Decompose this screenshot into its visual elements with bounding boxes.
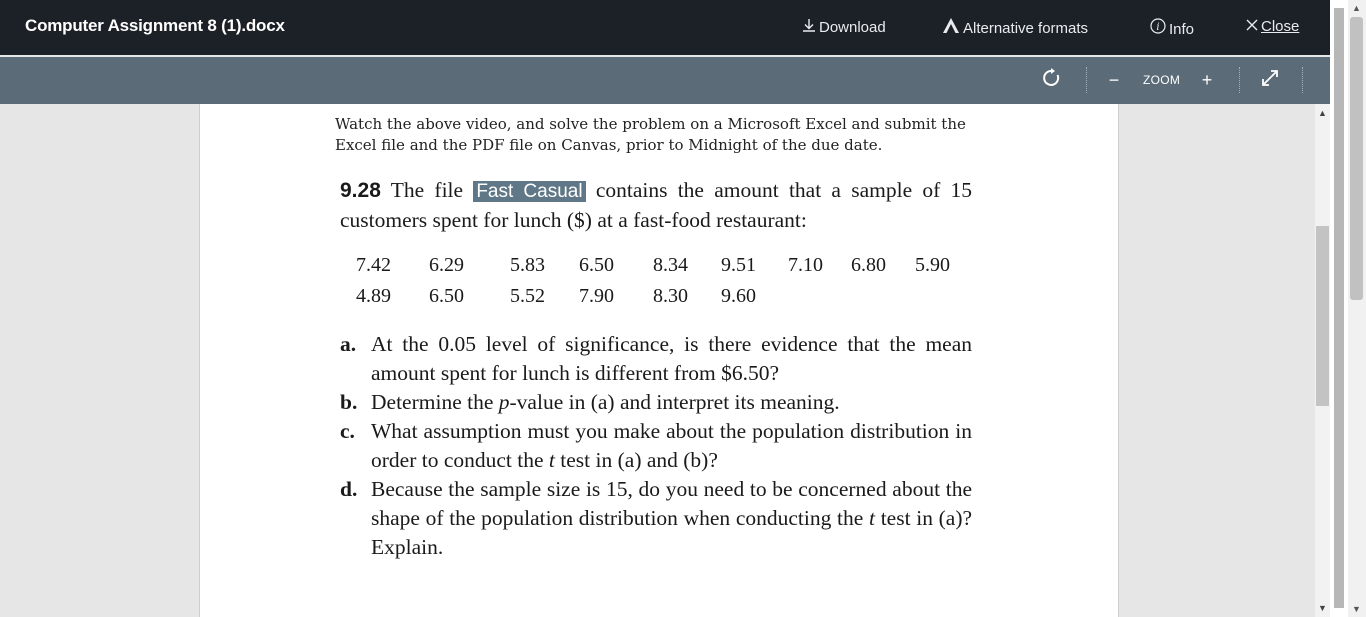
rotate-button[interactable] bbox=[1038, 67, 1066, 94]
data-value: 7.10 bbox=[788, 254, 823, 276]
part-a: a. At the 0.05 level of significance, is… bbox=[340, 330, 972, 388]
accessibility-a-icon bbox=[942, 18, 960, 37]
part-text-italic: p bbox=[498, 390, 510, 414]
viewer-scroll-thumb[interactable] bbox=[1316, 226, 1329, 406]
part-text-italic: t bbox=[869, 506, 875, 530]
info-button[interactable]: i Info bbox=[1150, 18, 1194, 38]
data-value: 7.90 bbox=[579, 285, 614, 307]
part-text: Determine the bbox=[371, 390, 494, 414]
scroll-up-arrow-icon[interactable]: ▲ bbox=[1318, 108, 1327, 118]
data-value: 5.83 bbox=[510, 254, 545, 276]
part-text: test in (a) and (b)? bbox=[560, 448, 718, 472]
data-value: 5.90 bbox=[915, 254, 950, 276]
info-label: Info bbox=[1169, 21, 1195, 38]
info-icon: i bbox=[1150, 18, 1166, 38]
page-scroll-track bbox=[1330, 0, 1348, 617]
data-value: 8.30 bbox=[653, 285, 688, 307]
window-scrollbar[interactable]: ▲ ▼ bbox=[1348, 0, 1366, 617]
lunch-data-values: 7.42 6.29 5.83 6.50 8.34 9.51 7.10 6.80 … bbox=[356, 254, 976, 316]
problem-parts: a. At the 0.05 level of significance, is… bbox=[340, 330, 972, 562]
zoom-label: ZOOM bbox=[1143, 73, 1181, 87]
problem-text-pre: The file bbox=[390, 178, 464, 202]
scroll-down-arrow-icon[interactable]: ▼ bbox=[1352, 604, 1361, 614]
data-value: 6.50 bbox=[429, 285, 464, 307]
data-value: 7.42 bbox=[356, 254, 391, 276]
problem-number: 9.28 bbox=[340, 179, 381, 202]
instructions-text: Watch the above video, and solve the pro… bbox=[335, 115, 966, 154]
problem-9-28: 9.28 The file Fast Casual contains the a… bbox=[340, 176, 972, 559]
dataset-name-highlight: Fast Casual bbox=[473, 181, 586, 202]
data-value: 9.51 bbox=[721, 254, 756, 276]
data-value: 9.60 bbox=[721, 285, 756, 307]
part-label: a. bbox=[340, 332, 357, 356]
download-icon bbox=[802, 18, 816, 36]
document-page: Watch the above video, and solve the pro… bbox=[199, 104, 1119, 617]
alternative-formats-label: Alternative formats bbox=[963, 20, 1089, 37]
data-value: 8.34 bbox=[653, 254, 688, 276]
file-title: Computer Assignment 8 (1).docx bbox=[25, 16, 285, 35]
toolbar-divider bbox=[1302, 67, 1303, 93]
toolbar-divider bbox=[1086, 67, 1087, 93]
part-text-italic: t bbox=[548, 448, 555, 472]
close-label: Close bbox=[1261, 18, 1300, 35]
part-b: b. Determine the p-value in (a) and inte… bbox=[340, 388, 972, 417]
data-row-2: 4.89 6.50 5.52 7.90 8.30 9.60 bbox=[356, 285, 976, 316]
part-text: At the 0.05 level of significance, is th… bbox=[371, 332, 972, 385]
data-value: 4.89 bbox=[356, 285, 391, 307]
download-label: Download bbox=[819, 19, 886, 36]
close-icon bbox=[1246, 18, 1258, 35]
part-label: c. bbox=[340, 419, 355, 443]
part-label: d. bbox=[340, 477, 358, 501]
file-preview-header: Computer Assignment 8 (1).docx Download … bbox=[0, 0, 1348, 55]
part-text: -value in (a) and interpret its meaning. bbox=[509, 390, 840, 414]
part-d: d. Because the sample size is 15, do you… bbox=[340, 475, 972, 562]
download-button[interactable]: Download bbox=[802, 18, 886, 36]
fullscreen-button[interactable] bbox=[1256, 67, 1284, 94]
preview-toolbar: − ZOOM + bbox=[0, 57, 1330, 104]
document-viewer[interactable]: Watch the above video, and solve the pro… bbox=[0, 104, 1330, 617]
data-row-1: 7.42 6.29 5.83 6.50 8.34 9.51 7.10 6.80 … bbox=[356, 254, 976, 285]
problem-statement: 9.28 The file Fast Casual contains the a… bbox=[340, 176, 972, 234]
data-value: 6.50 bbox=[579, 254, 614, 276]
rotate-icon bbox=[1042, 68, 1062, 93]
svg-text:i: i bbox=[1156, 22, 1159, 33]
alternative-formats-button[interactable]: Alternative formats bbox=[942, 18, 1088, 37]
data-value: 5.52 bbox=[510, 285, 545, 307]
toolbar-divider bbox=[1239, 67, 1240, 93]
zoom-in-button[interactable]: + bbox=[1196, 67, 1218, 94]
scroll-up-arrow-icon[interactable]: ▲ bbox=[1352, 3, 1361, 13]
part-label: b. bbox=[340, 390, 358, 414]
part-c: c. What assumption must you make about t… bbox=[340, 417, 972, 475]
page-scroll-rail bbox=[1334, 8, 1344, 608]
viewer-scrollbar[interactable]: ▲ ▼ bbox=[1315, 104, 1330, 617]
zoom-out-button[interactable]: − bbox=[1103, 67, 1125, 94]
close-button[interactable]: Close bbox=[1246, 18, 1299, 35]
data-value: 6.29 bbox=[429, 254, 464, 276]
data-value: 6.80 bbox=[851, 254, 886, 276]
expand-icon bbox=[1261, 69, 1279, 92]
window-scroll-thumb[interactable] bbox=[1350, 17, 1363, 300]
scroll-down-arrow-icon[interactable]: ▼ bbox=[1318, 603, 1327, 613]
